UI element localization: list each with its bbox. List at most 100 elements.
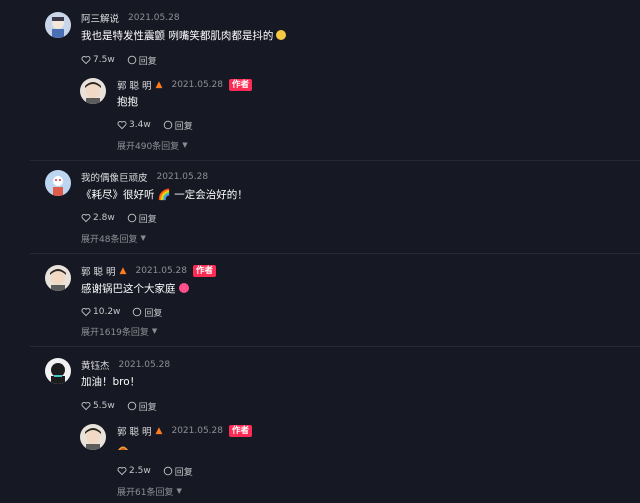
comment-text: 感谢锅巴这个大家庭 [81,281,189,297]
reply-button[interactable]: 回复 [163,465,193,478]
like-button[interactable]: 2.8w [81,213,115,223]
username[interactable]: 郭 聪 明 [117,424,152,438]
comment-date: 2021.05.28 [128,13,180,23]
flame-icon: ▲ [119,266,127,276]
expand-replies-label: 展开1619条回复 [81,327,149,338]
reply-label: 回复 [144,308,163,319]
comment-date: 2021.05.28 [118,360,171,370]
expand-replies-link[interactable]: 展开61条回复 ▼ [117,484,182,498]
author-badge: 作者 [193,265,217,277]
comment-actions: 7.5w 回复 [81,53,157,67]
comment-actions: 10.2w 回复 [81,305,162,319]
heart-outline-icon [81,213,91,223]
reply-label: 回复 [174,121,193,132]
avatar[interactable] [80,78,106,104]
comment-date: 2021.05.28 [135,266,187,276]
username[interactable]: 郭 聪 明 [81,264,116,278]
avatar-image [45,12,71,38]
username[interactable]: 黄钰杰 [81,358,110,372]
comment-meta: 郭 聪 明 ▲ 2021.05.28 作者 [117,424,253,438]
like-count: 2.8w [93,213,115,223]
comment-text [117,440,129,456]
author-badge: 作者 [229,425,253,437]
comment-meta: 郭 聪 明 ▲ 2021.05.28 作者 [81,264,217,278]
username[interactable]: 郭 聪 明 [117,78,152,92]
comment-date: 2021.05.28 [171,80,223,90]
expand-replies-label: 展开48条回复 [81,234,138,245]
divider [30,346,640,347]
flame-icon: ▲ [155,80,163,90]
comment-date: 2021.05.28 [171,426,223,436]
reply-button[interactable]: 回复 [127,400,157,413]
expand-replies-label: 展开490条回复 [117,141,180,152]
speech-bubble-icon [127,401,136,411]
speech-bubble-icon [163,466,172,476]
comment-actions: 5.5w 回复 [81,399,157,413]
username[interactable]: 我的偶像巨顽皮 [81,170,148,184]
heart-outline-icon [117,120,127,130]
reply-label: 回复 [138,56,157,67]
laugh-cry-emoji-icon [276,30,287,40]
like-button[interactable]: 10.2w [81,307,120,317]
heart-outline-icon [117,466,127,476]
avatar[interactable] [80,424,106,450]
avatar[interactable] [45,265,71,291]
comment-actions: 2.5w 回复 [117,464,193,478]
comment-meta: 黄钰杰 2021.05.28 [81,358,170,372]
like-button[interactable]: 7.5w [81,55,115,65]
avatar[interactable] [45,12,71,38]
avatar[interactable] [45,358,71,384]
comment-meta: 阿三解说 2021.05.28 [81,11,180,25]
expand-replies-label: 展开61条回复 [117,487,174,498]
like-count: 10.2w [93,307,121,317]
reply-button[interactable]: 回复 [127,54,157,67]
author-badge: 作者 [229,79,253,91]
expand-replies-link[interactable]: 展开490条回复 ▼ [117,138,188,152]
expand-replies-link[interactable]: 展开1619条回复 ▼ [81,324,157,338]
username[interactable]: 阿三解说 [81,11,119,25]
reply-button[interactable]: 回复 [163,119,193,132]
divider [30,160,640,161]
reply-button[interactable]: 回复 [132,306,162,319]
avatar-image [80,424,106,450]
comment-meta: 我的偶像巨顽皮 2021.05.28 [81,170,208,184]
avatar[interactable] [45,170,71,196]
comment-text-body: 我也是特发性震颤 咧嘴笑都肌肉都是抖的 [81,30,274,42]
comment-meta: 郭 聪 明 ▲ 2021.05.28 作者 [117,78,253,92]
comment-text-body: 感谢锅巴这个大家庭 [81,283,176,295]
pink-heart-emoji-icon [178,283,189,293]
flame-icon: ▲ [155,426,163,436]
chevron-down-icon: ▼ [176,487,182,495]
like-button[interactable]: 3.4w [117,120,151,130]
comment-list: 阿三解说 2021.05.28 我也是特发性震颤 咧嘴笑都肌肉都是抖的 7.5w… [0,0,640,503]
heart-outline-icon [81,55,91,65]
like-count: 7.5w [93,55,115,65]
speech-bubble-icon [127,55,136,65]
like-count: 2.5w [129,466,151,476]
reply-label: 回复 [174,467,193,478]
comment-text: 《耗尽》很好听 🌈 一定会治好的！ [81,189,248,201]
expand-replies-link[interactable]: 展开48条回复 ▼ [81,231,146,245]
avatar-image [45,265,71,291]
avatar-image [80,78,106,104]
comment-text: 我也是特发性震颤 咧嘴笑都肌肉都是抖的 [81,28,287,44]
reply-button[interactable]: 回复 [127,212,157,225]
comment-text: 加油！bro！ [81,376,141,388]
comment-actions: 3.4w 回复 [117,118,193,132]
comment-actions: 2.8w 回复 [81,211,157,225]
like-count: 3.4w [129,120,151,130]
heart-outline-icon [81,401,91,411]
speech-bubble-icon [133,307,142,317]
like-button[interactable]: 2.5w [117,466,151,476]
chevron-down-icon: ▼ [182,141,188,149]
chevron-down-icon: ▼ [151,327,158,335]
avatar-image [45,358,71,384]
like-count: 5.5w [93,401,115,411]
like-button[interactable]: 5.5w [81,401,115,411]
comment-text: 抱抱 [117,96,138,108]
avatar-image [45,170,71,196]
reply-label: 回复 [138,402,157,413]
divider [30,253,640,254]
chevron-down-icon: ▼ [140,234,146,242]
speech-bubble-icon [127,213,136,223]
